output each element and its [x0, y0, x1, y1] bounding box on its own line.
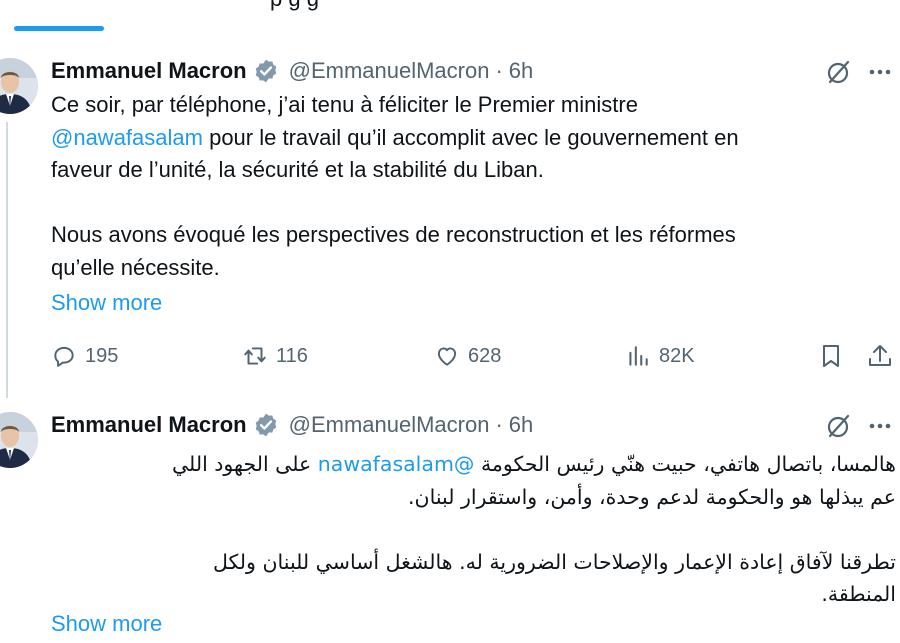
text-line: @nawafasalam pour le travail qu’il accom…	[51, 124, 739, 150]
like-button[interactable]: 628	[434, 341, 501, 371]
text-line: تطرقنا لآفاق إعادة الإعمار والإصلاحات ال…	[212, 549, 896, 574]
verified-badge-icon	[253, 412, 279, 438]
show-more-link[interactable]: Show more	[51, 611, 162, 637]
repost-button[interactable]: 116	[242, 341, 308, 371]
text-line: Nous avons évoqué les perspectives de re…	[51, 222, 736, 247]
thread-connector	[6, 122, 8, 398]
like-count: 628	[468, 344, 502, 367]
avatar[interactable]	[0, 412, 38, 468]
tweet-header: Emmanuel Macron @EmmanuelMacron · 6h	[51, 410, 533, 440]
reply-icon	[54, 346, 74, 367]
mention-link[interactable]: @nawafasalam	[318, 452, 475, 476]
author-name[interactable]: Emmanuel Macron	[51, 58, 247, 84]
author-handle[interactable]: @EmmanuelMacron	[289, 58, 490, 84]
grok-icon[interactable]	[825, 58, 853, 86]
repost-count: 116	[276, 344, 308, 367]
text-line: عم يبذلها هو والحكومة لدعم وحدة، وأمن، و…	[408, 484, 896, 509]
share-button[interactable]	[866, 342, 894, 370]
reply-count: 195	[85, 344, 119, 367]
separator-dot: ·	[495, 412, 503, 437]
tweet-text-arabic: هالمسا، باتصال هاتفي، حبيت هنّي رئيس الح…	[51, 448, 896, 611]
text-line: المنطقة.	[821, 582, 896, 606]
views-button[interactable]: 82K	[625, 341, 695, 371]
tweet-header: Emmanuel Macron @EmmanuelMacron · 6h	[51, 56, 533, 86]
verified-badge-icon	[253, 58, 279, 84]
avatar-image	[0, 58, 38, 114]
grok-icon[interactable]	[825, 412, 853, 440]
reply-button[interactable]: 195	[51, 341, 118, 371]
views-count: 82K	[659, 344, 695, 367]
active-tab-indicator	[14, 26, 104, 31]
share-icon	[869, 345, 891, 366]
timeline: p g g Emmanuel Macron @EmmanuelMacron	[0, 0, 900, 643]
avatar-image	[0, 412, 38, 468]
tweet-text: Ce soir, par téléphone, j’ai tenu à féli…	[51, 89, 871, 284]
more-icon[interactable]	[865, 58, 895, 86]
repost-icon	[244, 347, 266, 365]
bookmark-button[interactable]	[817, 342, 845, 370]
like-icon	[437, 347, 457, 366]
timestamp[interactable]: 6h	[509, 412, 533, 438]
text-line: هالمسا، باتصال هاتفي، حبيت هنّي رئيس الح…	[171, 452, 896, 476]
show-more-link[interactable]: Show more	[51, 290, 162, 316]
mention-link[interactable]: @nawafasalam	[51, 125, 203, 150]
author-name[interactable]: Emmanuel Macron	[51, 412, 247, 438]
views-icon	[629, 346, 648, 366]
author-handle[interactable]: @EmmanuelMacron	[289, 412, 490, 438]
bookmark-icon	[823, 345, 839, 367]
more-icon[interactable]	[865, 412, 895, 440]
text-line: qu’elle nécessite.	[51, 254, 220, 280]
previous-tab-label: p g g	[270, 0, 319, 12]
avatar[interactable]	[0, 58, 38, 114]
separator-dot: ·	[495, 58, 503, 83]
text-line: faveur de l’unité, la sécurité et la sta…	[51, 157, 544, 182]
timestamp[interactable]: 6h	[509, 58, 533, 84]
text-line: Ce soir, par téléphone, j’ai tenu à féli…	[51, 92, 638, 117]
